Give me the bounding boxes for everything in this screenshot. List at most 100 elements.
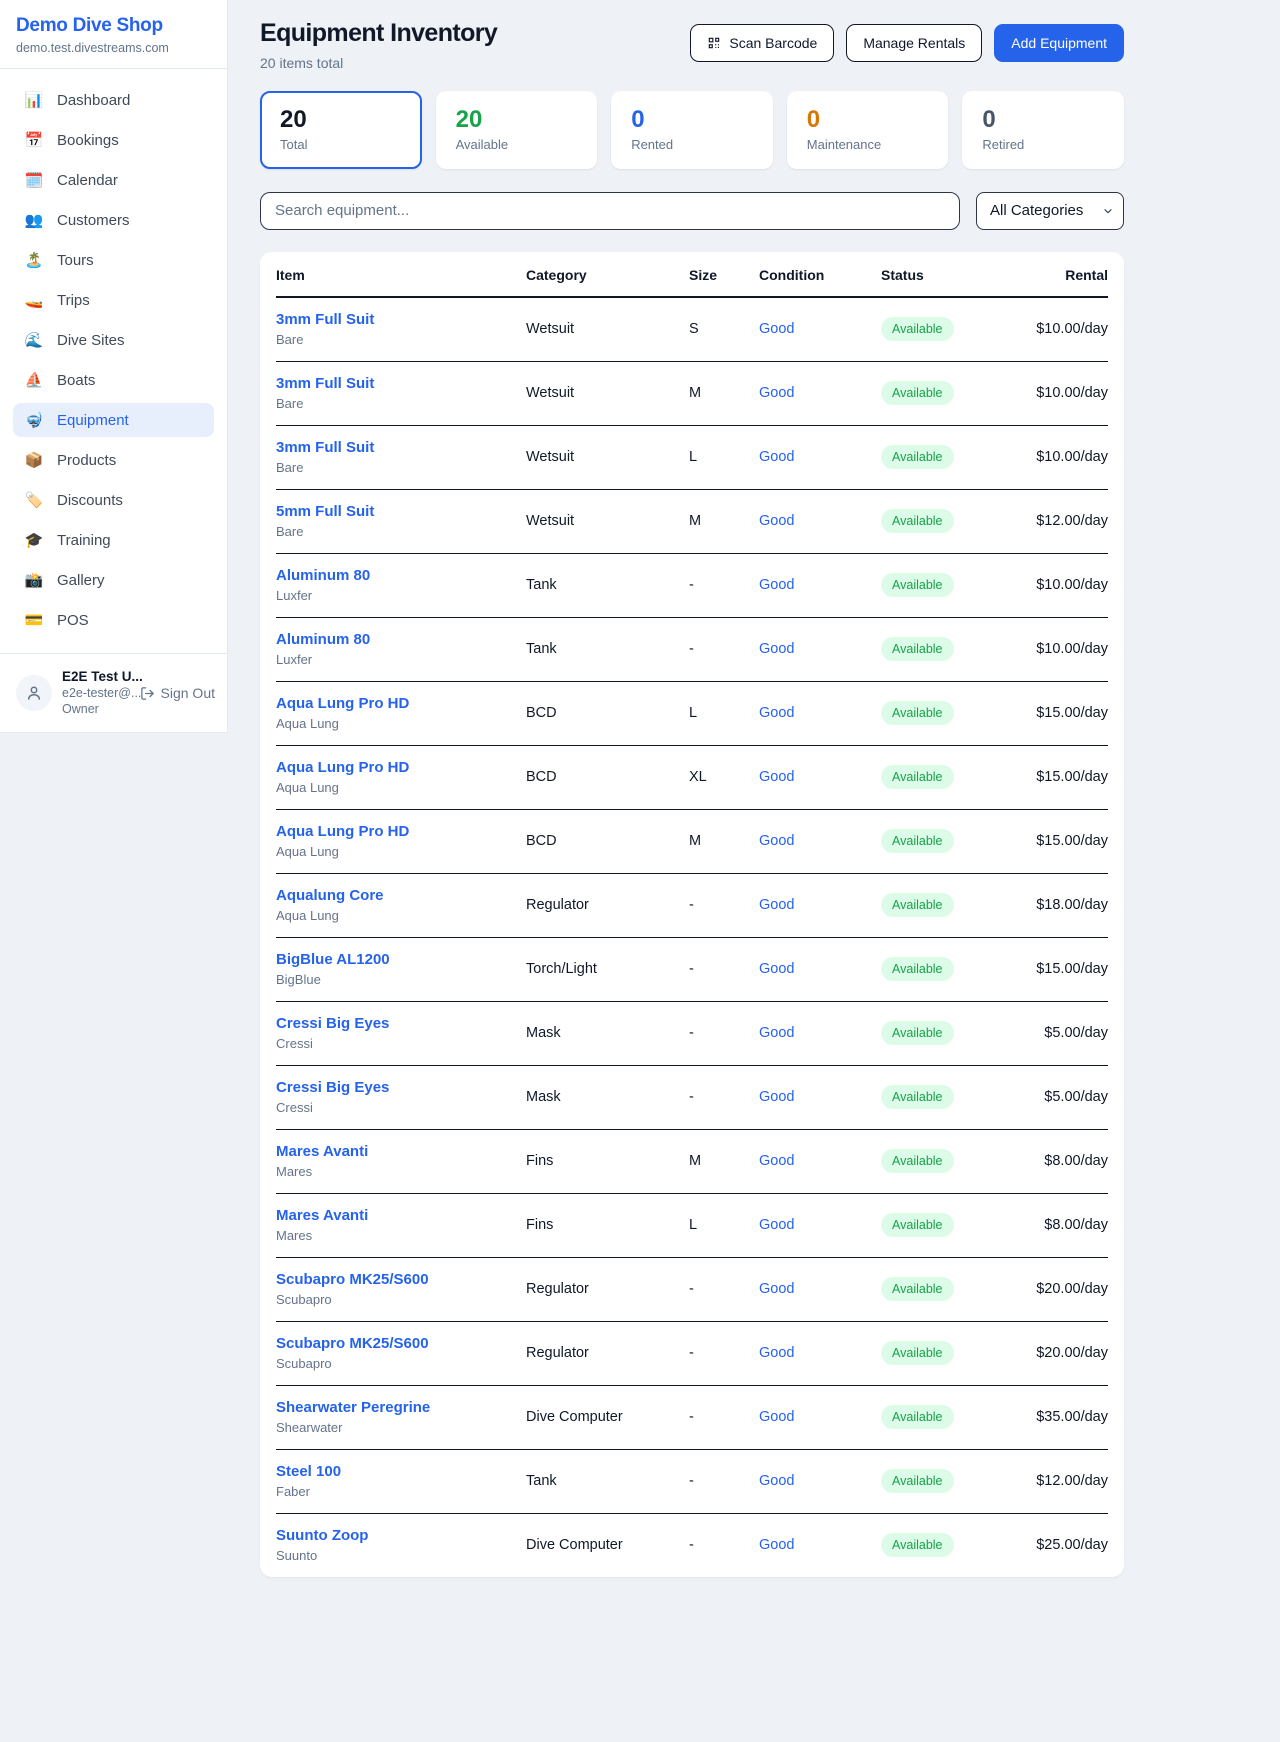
item-name-link[interactable]: BigBlue AL1200 xyxy=(276,951,518,968)
equipment-icon: 🤿 xyxy=(24,411,44,429)
item-name-link[interactable]: Aqua Lung Pro HD xyxy=(276,823,518,840)
trips-icon: 🚤 xyxy=(24,291,44,309)
sidebar-item-equipment[interactable]: 🤿 Equipment xyxy=(13,403,214,437)
stat-card-maintenance[interactable]: 0 Maintenance xyxy=(787,91,949,169)
sidebar-item-calendar[interactable]: 🗓️ Calendar xyxy=(13,163,214,197)
condition-link[interactable]: Good xyxy=(759,833,794,849)
item-name-link[interactable]: Aqua Lung Pro HD xyxy=(276,759,518,776)
add-equipment-button[interactable]: Add Equipment xyxy=(994,24,1124,62)
condition-link[interactable]: Good xyxy=(759,961,794,977)
condition-link[interactable]: Good xyxy=(759,577,794,593)
status-badge: Available xyxy=(881,829,954,853)
table-row: Suunto Zoop Suunto Dive Computer - Good … xyxy=(276,1513,1108,1577)
condition-link[interactable]: Good xyxy=(759,1281,794,1297)
condition-link[interactable]: Good xyxy=(759,1217,794,1233)
sign-out-button[interactable]: Sign Out xyxy=(140,685,215,701)
item-name-link[interactable]: 3mm Full Suit xyxy=(276,439,518,456)
sidebar-item-trips[interactable]: 🚤 Trips xyxy=(13,283,214,317)
sidebar-item-pos[interactable]: 💳 POS xyxy=(13,603,214,637)
status-badge: Available xyxy=(881,1277,954,1301)
item-name-link[interactable]: 3mm Full Suit xyxy=(276,311,518,328)
item-brand: Aqua Lung xyxy=(276,844,518,859)
item-size: - xyxy=(689,873,759,937)
stats-row: 20 Total 20 Available 0 Rented 0 Mainten… xyxy=(260,91,1124,169)
search-input[interactable] xyxy=(260,192,960,230)
condition-link[interactable]: Good xyxy=(759,1153,794,1169)
column-header-condition: Condition xyxy=(759,252,881,297)
item-name-link[interactable]: Steel 100 xyxy=(276,1463,518,1480)
condition-link[interactable]: Good xyxy=(759,1025,794,1041)
condition-link[interactable]: Good xyxy=(759,1089,794,1105)
sidebar-item-training[interactable]: 🎓 Training xyxy=(13,523,214,557)
condition-link[interactable]: Good xyxy=(759,641,794,657)
stat-card-rented[interactable]: 0 Rented xyxy=(611,91,773,169)
status-badge: Available xyxy=(881,381,954,405)
sidebar-item-boats[interactable]: ⛵ Boats xyxy=(13,363,214,397)
sidebar-item-products[interactable]: 📦 Products xyxy=(13,443,214,477)
sidebar-item-gallery[interactable]: 📸 Gallery xyxy=(13,563,214,597)
condition-link[interactable]: Good xyxy=(759,321,794,337)
condition-link[interactable]: Good xyxy=(759,1409,794,1425)
condition-link[interactable]: Good xyxy=(759,1473,794,1489)
item-name-link[interactable]: Shearwater Peregrine xyxy=(276,1399,518,1416)
item-name-link[interactable]: 3mm Full Suit xyxy=(276,375,518,392)
item-name-link[interactable]: Scubapro MK25/S600 xyxy=(276,1335,518,1352)
item-name-link[interactable]: Cressi Big Eyes xyxy=(276,1015,518,1032)
item-category: Wetsuit xyxy=(526,489,689,553)
column-header-category: Category xyxy=(526,252,689,297)
manage-rentals-button[interactable]: Manage Rentals xyxy=(846,24,982,62)
sidebar-item-discounts[interactable]: 🏷️ Discounts xyxy=(13,483,214,517)
item-brand: Mares xyxy=(276,1228,518,1243)
sidebar-item-dive-sites[interactable]: 🌊 Dive Sites xyxy=(13,323,214,357)
sidebar-item-tours[interactable]: 🏝️ Tours xyxy=(13,243,214,277)
rental-price: $15.00/day xyxy=(1029,937,1108,1001)
status-badge: Available xyxy=(881,1341,954,1365)
item-brand: Bare xyxy=(276,460,518,475)
table-row: Aluminum 80 Luxfer Tank - Good Available… xyxy=(276,617,1108,681)
sidebar-item-label: Boats xyxy=(57,372,95,389)
status-badge: Available xyxy=(881,573,954,597)
sidebar-item-label: Customers xyxy=(57,212,130,229)
scan-barcode-button[interactable]: Scan Barcode xyxy=(690,24,834,62)
item-size: M xyxy=(689,489,759,553)
item-name-link[interactable]: Aqualung Core xyxy=(276,887,518,904)
sidebar-item-bookings[interactable]: 📅 Bookings xyxy=(13,123,214,157)
dive-sites-icon: 🌊 xyxy=(24,331,44,349)
item-size: M xyxy=(689,361,759,425)
sidebar-item-customers[interactable]: 👥 Customers xyxy=(13,203,214,237)
item-name-link[interactable]: Aluminum 80 xyxy=(276,631,518,648)
avatar xyxy=(16,675,52,711)
rental-price: $5.00/day xyxy=(1029,1001,1108,1065)
stat-card-total[interactable]: 20 Total xyxy=(260,91,422,169)
item-name-link[interactable]: Suunto Zoop xyxy=(276,1527,518,1544)
stat-card-available[interactable]: 20 Available xyxy=(436,91,598,169)
condition-link[interactable]: Good xyxy=(759,385,794,401)
header-actions: Scan Barcode Manage Rentals Add Equipmen… xyxy=(690,19,1124,62)
item-name-link[interactable]: Aqua Lung Pro HD xyxy=(276,695,518,712)
item-name-link[interactable]: Scubapro MK25/S600 xyxy=(276,1271,518,1288)
item-name-link[interactable]: Cressi Big Eyes xyxy=(276,1079,518,1096)
category-select[interactable]: All Categories xyxy=(976,192,1124,230)
item-name-link[interactable]: Aluminum 80 xyxy=(276,567,518,584)
condition-link[interactable]: Good xyxy=(759,705,794,721)
customers-icon: 👥 xyxy=(24,211,44,229)
rental-price: $10.00/day xyxy=(1029,425,1108,489)
sidebar-item-label: Trips xyxy=(57,292,90,309)
condition-link[interactable]: Good xyxy=(759,513,794,529)
item-name-link[interactable]: Mares Avanti xyxy=(276,1143,518,1160)
table-row: 3mm Full Suit Bare Wetsuit S Good Availa… xyxy=(276,297,1108,362)
stat-card-retired[interactable]: 0 Retired xyxy=(962,91,1124,169)
page-header: Equipment Inventory 20 items total Scan … xyxy=(260,19,1124,71)
condition-link[interactable]: Good xyxy=(759,897,794,913)
condition-link[interactable]: Good xyxy=(759,1345,794,1361)
rental-price: $25.00/day xyxy=(1029,1513,1108,1577)
sidebar-item-dashboard[interactable]: 📊 Dashboard xyxy=(13,83,214,117)
condition-link[interactable]: Good xyxy=(759,1537,794,1553)
item-name-link[interactable]: 5mm Full Suit xyxy=(276,503,518,520)
condition-link[interactable]: Good xyxy=(759,769,794,785)
item-category: Tank xyxy=(526,1449,689,1513)
item-brand: Bare xyxy=(276,332,518,347)
column-header-size: Size xyxy=(689,252,759,297)
item-name-link[interactable]: Mares Avanti xyxy=(276,1207,518,1224)
condition-link[interactable]: Good xyxy=(759,449,794,465)
